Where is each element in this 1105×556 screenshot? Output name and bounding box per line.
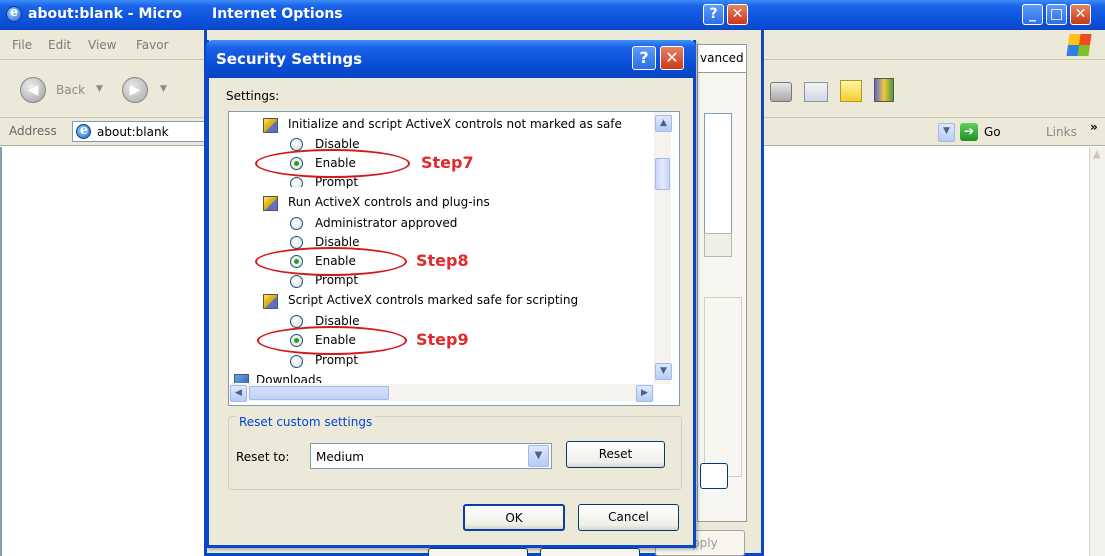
tab-advanced[interactable]: vanced [697, 44, 747, 72]
cancel-button-label: Cancel [608, 510, 649, 524]
settings-label: Settings: [226, 89, 280, 103]
links-label[interactable]: Links [1046, 125, 1077, 139]
ok-button[interactable]: OK [463, 504, 565, 531]
annotation-oval [255, 247, 407, 276]
menu-edit[interactable]: Edit [48, 38, 71, 52]
downloads-icon [234, 374, 249, 383]
options-list [704, 113, 732, 243]
go-arrow-icon[interactable]: ➔ [960, 123, 978, 141]
windows-logo-icon [1066, 34, 1092, 56]
options-default-button[interactable] [700, 463, 728, 489]
setting-header-script-activex: Script ActiveX controls marked safe for … [288, 293, 579, 307]
close-icon[interactable]: ✕ [1070, 4, 1091, 25]
scroll-down-icon[interactable]: ▼ [655, 363, 672, 380]
cancel-button[interactable]: Cancel [578, 504, 679, 531]
minimize-icon[interactable]: _ [1022, 4, 1043, 25]
ie-icon [6, 5, 22, 22]
step-label: Step9 [416, 330, 469, 349]
ie-window-title: about:blank - Micro [28, 6, 182, 22]
maximize-icon[interactable]: □ [1046, 4, 1067, 25]
chevron-down-icon[interactable]: ▼ [528, 445, 549, 467]
activex-setting-icon [263, 118, 278, 133]
help-icon[interactable]: ? [703, 4, 724, 25]
print-icon[interactable] [770, 82, 792, 102]
options-button[interactable] [704, 233, 732, 257]
io-ok-button[interactable] [428, 548, 528, 556]
help-icon[interactable]: ? [632, 46, 656, 70]
menu-favorites[interactable]: Favor [136, 38, 169, 52]
radio-disable[interactable] [290, 138, 303, 151]
close-icon[interactable]: ✕ [660, 46, 684, 70]
back-arrow-icon[interactable]: ◀ [20, 77, 46, 103]
ok-button-label: OK [505, 511, 523, 525]
activex-setting-icon [263, 196, 278, 211]
horizontal-scroll-thumb[interactable] [249, 386, 389, 400]
radio-administrator-approved[interactable] [290, 217, 303, 230]
internet-options-title: Internet Options [212, 6, 343, 22]
downloads-row-clip: Downloads [232, 372, 652, 383]
back-dropdown-icon[interactable]: ▼ [96, 84, 103, 94]
research-icon[interactable] [874, 78, 894, 102]
reset-to-value: Medium [316, 450, 364, 464]
back-label[interactable]: Back [56, 83, 85, 97]
close-icon[interactable]: ✕ [727, 4, 748, 25]
option-label: Administrator approved [315, 216, 458, 230]
setting-header-downloads: Downloads [256, 373, 322, 383]
address-label: Address [9, 124, 57, 138]
step-label: Step8 [416, 251, 469, 270]
scroll-thumb[interactable] [655, 158, 670, 190]
page-icon [76, 123, 91, 139]
options-panel [697, 72, 747, 522]
radio-disable[interactable] [290, 236, 303, 249]
options-group [704, 297, 742, 477]
security-settings-title-bar: Security Settings ? ✕ [206, 40, 696, 78]
io-cancel-button[interactable] [540, 548, 640, 556]
step-label: Step7 [421, 153, 474, 172]
internet-options-title-bar: Internet Options ? ✕ [204, 0, 764, 30]
forward-arrow-icon[interactable]: ▶ [122, 77, 148, 103]
address-value: about:blank [97, 125, 169, 139]
scroll-up-icon[interactable]: ▲ [655, 115, 672, 132]
setting-header-run-activex: Run ActiveX controls and plug-ins [288, 195, 490, 209]
scroll-up-icon[interactable]: ▲ [1093, 149, 1101, 160]
scroll-left-icon[interactable]: ◀ [230, 385, 247, 402]
radio-disable[interactable] [290, 315, 303, 328]
option-label: Prompt [315, 353, 359, 367]
reset-group-legend: Reset custom settings [236, 415, 376, 429]
radio-prompt[interactable] [290, 355, 303, 368]
reset-to-label: Reset to: [236, 450, 290, 464]
reset-to-select[interactable]: Medium [310, 443, 552, 469]
address-input[interactable]: about:blank [72, 121, 212, 142]
reset-button-label: Reset [598, 447, 633, 461]
reset-button[interactable]: Reset [566, 441, 665, 468]
dialog-title: Security Settings [216, 50, 363, 68]
menu-file[interactable]: File [12, 38, 32, 52]
ie-vertical-scrollbar[interactable]: ▲ [1089, 147, 1105, 556]
activex-setting-icon [263, 294, 278, 309]
edit-icon[interactable] [804, 82, 828, 102]
forward-dropdown-icon[interactable]: ▼ [160, 84, 167, 94]
settings-vertical-scrollbar[interactable] [654, 112, 671, 384]
discuss-icon[interactable] [840, 80, 862, 102]
annotation-oval [257, 326, 407, 355]
radio-prompt[interactable] [290, 275, 303, 288]
setting-header-initialize-activex: Initialize and script ActiveX controls n… [288, 117, 622, 131]
go-button[interactable]: Go [984, 125, 1001, 139]
address-dropdown-icon[interactable]: ▼ [938, 123, 955, 142]
scroll-right-icon[interactable]: ▶ [636, 385, 653, 402]
chevron-right-icon[interactable]: » [1090, 120, 1098, 134]
menu-view[interactable]: View [88, 38, 116, 52]
annotation-oval [255, 149, 410, 178]
